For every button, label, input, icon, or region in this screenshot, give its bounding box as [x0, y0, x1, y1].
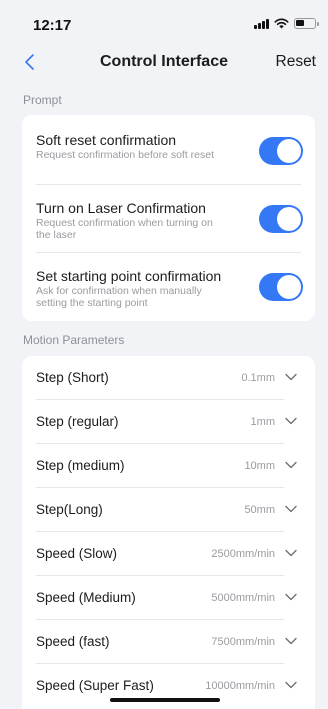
param-label: Step (medium) [36, 458, 125, 473]
toggle-title: Soft reset confirmation [36, 132, 177, 148]
toggle-description: Request confirmation before soft reset [36, 149, 215, 161]
param-value: 50mm [244, 504, 275, 516]
toggle-description: Request confirmation when turning on the… [36, 217, 213, 241]
param-value: 10000mm/min [205, 680, 275, 692]
starting-point-confirmation-toggle[interactable] [259, 273, 303, 301]
param-value: 7500mm/min [211, 636, 275, 648]
param-row-step-regular[interactable]: Step (regular) 1mm [22, 400, 315, 443]
chevron-down-icon [285, 593, 297, 601]
status-time: 12:17 [33, 17, 72, 34]
param-row-step-short[interactable]: Step (Short) 0.1mm [22, 356, 315, 399]
param-value: 1mm [250, 416, 275, 428]
chevron-down-icon [285, 681, 297, 689]
nav-bar: Control Interface Reset [0, 44, 328, 80]
reset-button[interactable]: Reset [276, 53, 317, 71]
param-row-speed-medium[interactable]: Speed (Medium) 5000mm/min [22, 576, 315, 619]
status-icons [254, 18, 319, 29]
toggle-knob [277, 275, 301, 299]
param-label: Speed (Medium) [36, 590, 136, 605]
param-label: Step (regular) [36, 414, 119, 429]
param-value: 2500mm/min [211, 548, 275, 560]
toggle-description: Ask for confirmation when manually setti… [36, 285, 202, 309]
param-label: Speed (Super Fast) [36, 678, 154, 693]
param-value: 0.1mm [241, 372, 275, 384]
chevron-down-icon [285, 417, 297, 425]
param-label: Speed (fast) [36, 634, 110, 649]
chevron-down-icon [285, 505, 297, 513]
motion-parameters-card: Step (Short) 0.1mm Step (regular) 1mm St… [22, 356, 315, 709]
toggle-knob [277, 139, 301, 163]
param-value: 10mm [244, 460, 275, 472]
soft-reset-confirmation-row: Soft reset confirmation Request confirma… [22, 115, 315, 184]
soft-reset-confirmation-toggle[interactable] [259, 137, 303, 165]
toggle-knob [277, 207, 301, 231]
param-row-step-medium[interactable]: Step (medium) 10mm [22, 444, 315, 487]
chevron-down-icon [285, 373, 297, 381]
starting-point-confirmation-row: Set starting point confirmation Ask for … [22, 252, 315, 321]
param-row-speed-fast[interactable]: Speed (fast) 7500mm/min [22, 620, 315, 663]
wifi-icon [274, 18, 289, 29]
laser-confirmation-row: Turn on Laser Confirmation Request confi… [22, 184, 315, 252]
param-row-step-long[interactable]: Step(Long) 50mm [22, 488, 315, 531]
chevron-down-icon [285, 549, 297, 557]
prompt-card: Soft reset confirmation Request confirma… [22, 115, 315, 321]
chevron-down-icon [285, 461, 297, 469]
toggle-title: Turn on Laser Confirmation [36, 200, 206, 216]
param-label: Speed (Slow) [36, 546, 118, 561]
param-label: Step (Short) [36, 370, 109, 385]
chevron-down-icon [285, 637, 297, 645]
laser-confirmation-toggle[interactable] [259, 205, 303, 233]
toggle-title: Set starting point confirmation [36, 268, 222, 284]
param-row-speed-slow[interactable]: Speed (Slow) 2500mm/min [22, 532, 315, 575]
battery-icon [294, 18, 319, 29]
home-indicator [110, 698, 220, 702]
param-value: 5000mm/min [211, 592, 275, 604]
motion-parameters-section-header: Motion Parameters [23, 333, 125, 347]
prompt-section-header: Prompt [23, 93, 62, 107]
status-bar: 12:17 [0, 0, 328, 44]
cellular-signal-icon [254, 18, 269, 29]
param-label: Step(Long) [36, 502, 103, 517]
